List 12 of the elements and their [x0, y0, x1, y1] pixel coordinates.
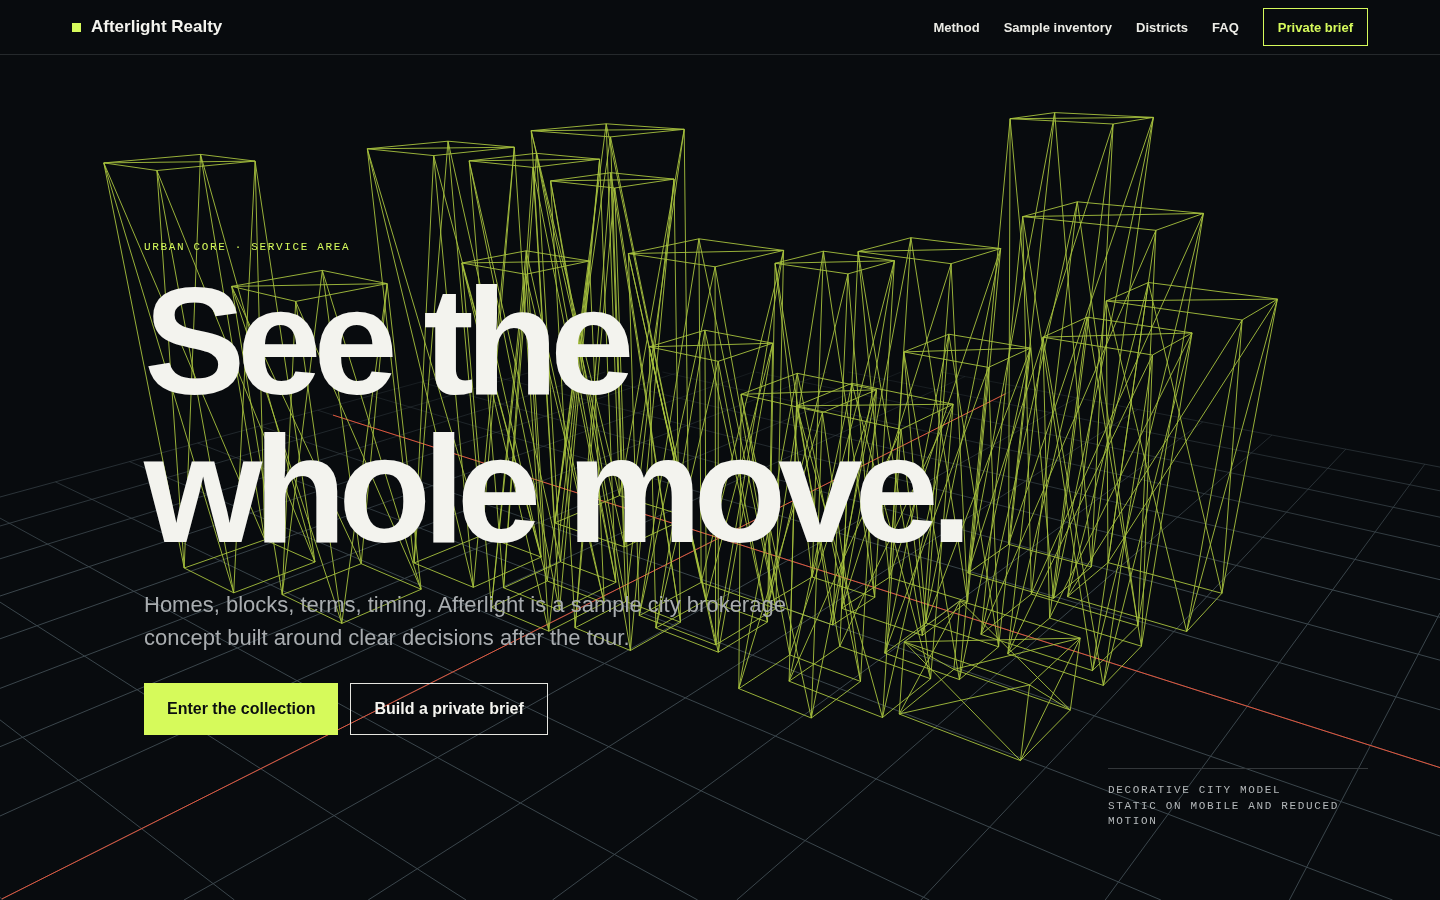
- primary-button[interactable]: Enter the collection: [144, 683, 339, 735]
- nav-link[interactable]: Districts: [1136, 19, 1189, 35]
- caption-text: STATIC ON MOBILE AND REDUCED MOTION: [1108, 798, 1341, 829]
- brand-link[interactable]: Afterlight Realty: [72, 17, 223, 37]
- logo-square-icon: [72, 22, 81, 32]
- outline-button[interactable]: Build a private brief: [350, 683, 548, 735]
- nav-link[interactable]: Sample inventory: [1003, 19, 1113, 35]
- cta-button[interactable]: Private brief: [1262, 8, 1368, 46]
- nav-link[interactable]: Method: [933, 19, 980, 35]
- eyebrow-label: URBAN CORE · SERVICE AREA: [144, 240, 351, 254]
- nav-link[interactable]: FAQ: [1212, 19, 1239, 35]
- caption-text: DECORATIVE CITY MODEL: [1108, 783, 1283, 798]
